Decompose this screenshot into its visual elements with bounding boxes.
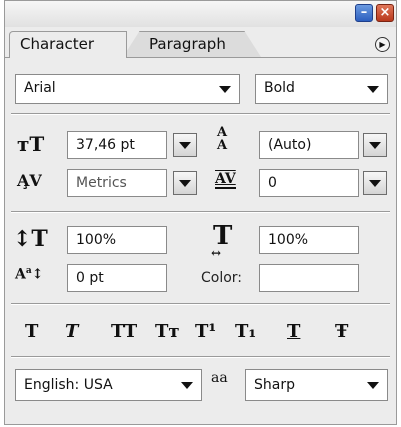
vertical-scale-value: 100% <box>76 232 117 248</box>
underline-button[interactable]: T <box>287 321 300 342</box>
tab-bar: Paragraph Character ▶ <box>5 29 396 58</box>
language-dropdown[interactable]: English: USA <box>15 369 202 401</box>
horizontal-scale-input[interactable]: 100% <box>259 226 359 254</box>
strikethrough-button[interactable]: Ŧ <box>335 321 348 342</box>
chevron-down-icon <box>179 180 191 187</box>
font-size-value: 37,46 pt <box>76 137 135 153</box>
antialias-icon: aa <box>211 369 228 393</box>
divider <box>11 113 390 115</box>
faux-italic-button[interactable]: T <box>65 321 78 342</box>
chevron-down-icon <box>219 86 231 93</box>
vertical-scale-icon: ↕T <box>13 226 48 252</box>
superscript-button[interactable]: T¹ <box>195 321 216 342</box>
font-size-dropdown-button[interactable] <box>173 133 197 157</box>
antialias-icon-label: aa <box>211 370 228 386</box>
chevron-down-icon <box>369 142 381 149</box>
chevron-down-icon <box>179 142 191 149</box>
tracking-value: 0 <box>268 175 277 191</box>
kerning-dropdown-button[interactable] <box>173 171 197 195</box>
small-caps-icon: Tт <box>155 321 180 342</box>
color-swatch[interactable] <box>259 264 359 292</box>
antialias-dropdown[interactable]: Sharp <box>245 369 388 401</box>
chevron-down-icon <box>367 86 379 93</box>
leading-value: (Auto) <box>268 137 312 153</box>
close-button[interactable]: × <box>376 4 394 22</box>
kerning-input[interactable]: Metrics <box>67 169 167 197</box>
horizontal-scale-arrow-icon: ↔ <box>211 246 222 260</box>
font-size-icon: ᴛT <box>17 132 45 156</box>
tracking-input[interactable]: 0 <box>259 169 359 197</box>
font-family-value: Arial <box>24 80 56 96</box>
baseline-shift-input[interactable]: 0 pt <box>67 264 167 292</box>
leading-dropdown-button[interactable] <box>363 133 387 157</box>
color-label: Color: <box>201 270 243 286</box>
faux-italic-icon: T <box>65 321 79 342</box>
strikethrough-icon: Ŧ <box>335 321 349 342</box>
tab-character[interactable]: Character <box>9 31 127 58</box>
leading-input[interactable]: (Auto) <box>259 131 359 159</box>
underline-icon: T <box>287 321 301 342</box>
small-caps-button[interactable]: Tт <box>155 321 180 342</box>
minimize-button[interactable]: – <box>355 4 373 22</box>
all-caps-button[interactable]: TT <box>111 321 137 342</box>
antialias-value: Sharp <box>254 377 295 393</box>
tracking-dropdown-button[interactable] <box>363 171 387 195</box>
language-value: English: USA <box>24 377 113 393</box>
font-style-value: Bold <box>264 80 295 96</box>
tracking-icon: AV <box>215 171 236 189</box>
chevron-down-icon <box>181 382 193 389</box>
kerning-value: Metrics <box>76 175 127 191</box>
vertical-scale-input[interactable]: 100% <box>67 226 167 254</box>
subscript-icon: T₁ <box>235 321 257 342</box>
panel-menu-icon[interactable]: ▶ <box>375 37 390 52</box>
leading-icon: AA <box>217 125 228 153</box>
faux-bold-icon: T <box>25 321 39 342</box>
horizontal-scale-value: 100% <box>268 232 309 248</box>
font-style-dropdown[interactable]: Bold <box>255 74 388 104</box>
chevron-down-icon <box>369 180 381 187</box>
kerning-icon: A̧V <box>17 171 42 190</box>
subscript-button[interactable]: T₁ <box>235 321 256 342</box>
all-caps-icon: TT <box>111 321 138 342</box>
panel-title-bar[interactable]: – × <box>5 1 396 27</box>
tab-character-label: Character <box>20 35 95 53</box>
baseline-shift-icon: Aa↕ <box>15 266 44 283</box>
divider <box>11 303 390 305</box>
font-family-dropdown[interactable]: Arial <box>15 74 240 104</box>
tab-paragraph[interactable]: Paragraph <box>123 31 261 57</box>
chevron-down-icon <box>367 382 379 389</box>
divider <box>11 211 390 213</box>
baseline-shift-value: 0 pt <box>76 270 104 286</box>
superscript-icon: T¹ <box>195 321 217 342</box>
tab-paragraph-label: Paragraph <box>149 35 226 53</box>
character-panel: – × Paragraph Character ▶ Arial Bold ᴛT … <box>4 0 397 425</box>
font-size-input[interactable]: 37,46 pt <box>67 131 167 159</box>
divider <box>11 356 390 358</box>
faux-bold-button[interactable]: T <box>25 321 38 342</box>
